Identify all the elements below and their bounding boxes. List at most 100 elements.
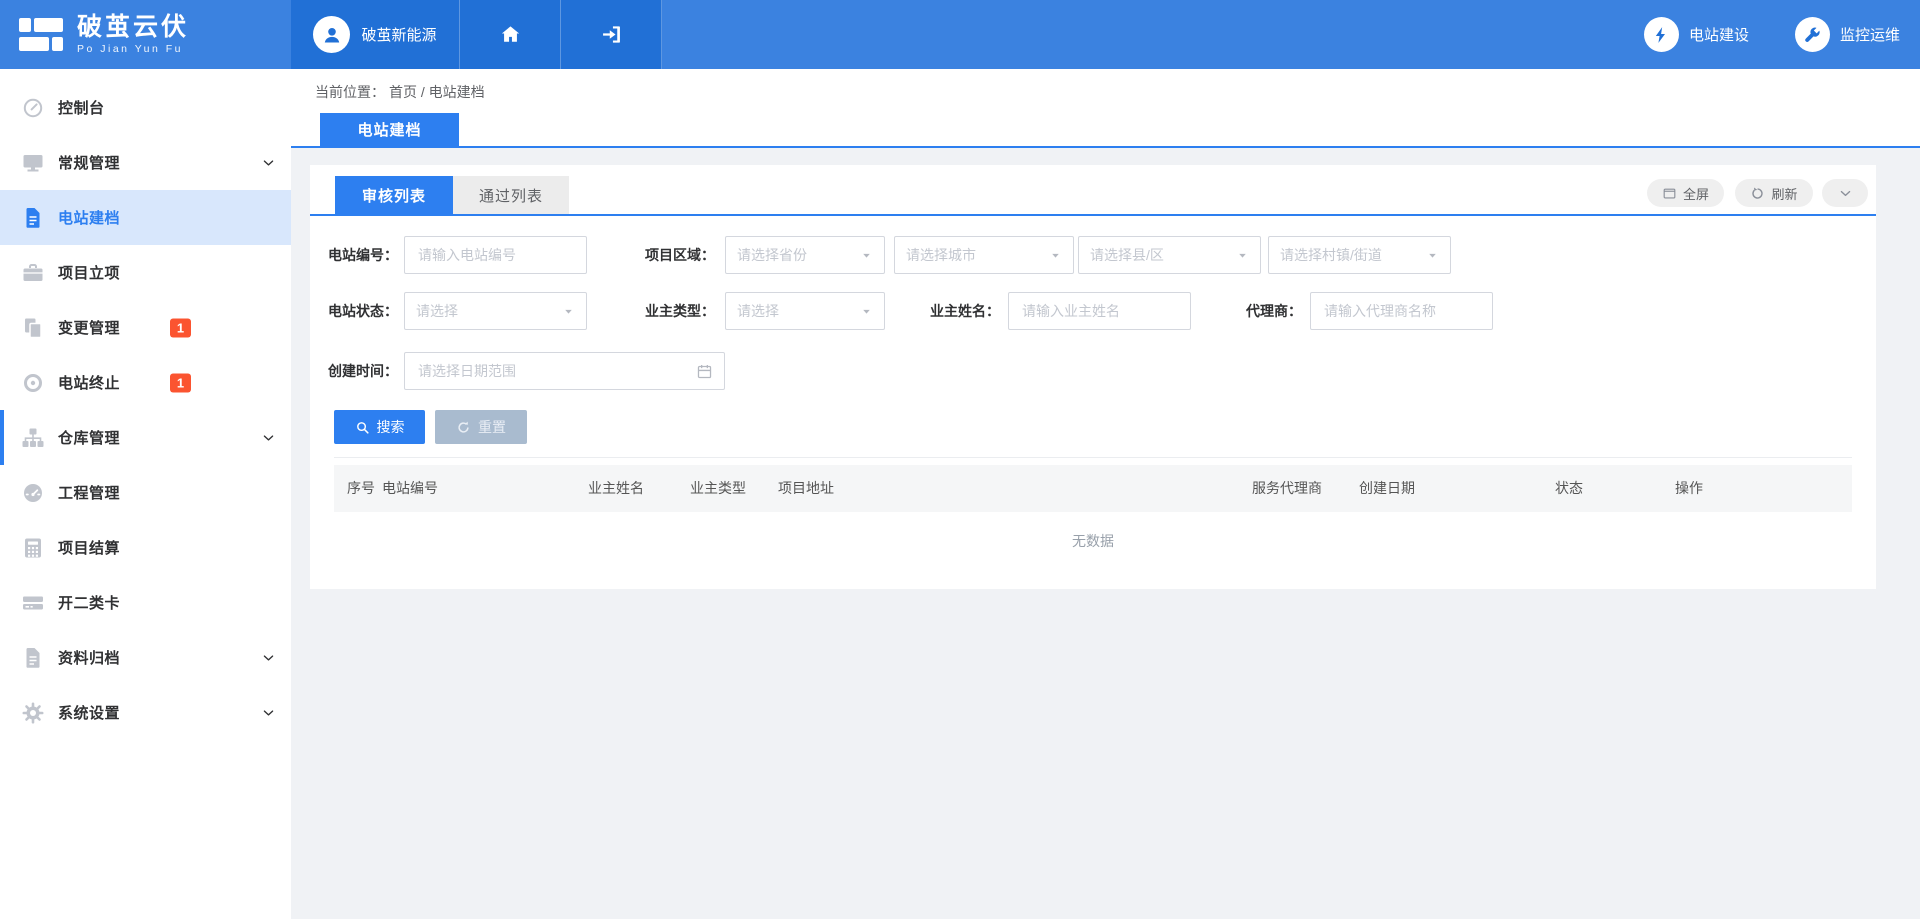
search-icon <box>355 420 370 435</box>
region-select-1[interactable]: 请选择城市 <box>894 236 1074 274</box>
caret-down-icon <box>1426 249 1439 262</box>
lightning-icon <box>1644 17 1679 52</box>
gear-icon <box>21 701 45 725</box>
logout-button[interactable] <box>561 0 662 69</box>
table-column-7: 状态 <box>1555 465 1583 512</box>
user-avatar-icon <box>313 16 350 53</box>
sitemap-icon <box>21 426 45 450</box>
chevron-down-icon <box>261 430 276 445</box>
card-icon <box>21 591 45 615</box>
caret-down-icon <box>1236 249 1249 262</box>
sidebar-item-change-mgmt[interactable]: 变更管理 1 <box>0 300 291 355</box>
breadcrumb-separator: / <box>417 84 429 100</box>
page-tab-station-archive[interactable]: 电站建档 <box>320 113 459 146</box>
sidebar-item-station-termination[interactable]: 电站终止 1 <box>0 355 291 410</box>
notification-badge: 1 <box>170 373 191 392</box>
breadcrumb-path: 首页 / 电站建档 <box>389 82 485 102</box>
owner-type-select[interactable]: 请选择 <box>725 292 885 330</box>
table-column-1: 电站编号 <box>382 465 438 512</box>
header-nav-station-construction[interactable]: 电站建设 <box>1644 17 1749 52</box>
caret-down-icon <box>1049 249 1062 262</box>
collapse-button[interactable] <box>1822 179 1868 207</box>
tab-underline <box>310 214 1876 216</box>
table-column-0: 序号 <box>347 465 375 512</box>
gauge-icon <box>21 481 45 505</box>
sidebar: 控制台 常规管理 电站建档 项目立项 变更管理 1 电站终止 1 仓库管理 <box>0 69 291 919</box>
pages-icon <box>21 316 45 340</box>
main-panel: 审核列表通过列表 全屏 刷新 电站编号： 项目区域： 请选择省份 请选择城市 请… <box>310 165 1876 589</box>
file-icon <box>21 646 45 670</box>
agent-field <box>1310 292 1493 330</box>
sidebar-item-console[interactable]: 控制台 <box>0 80 291 135</box>
breadcrumb: 当前位置： 首页 / 电站建档 <box>315 82 485 102</box>
brand-subtitle: Po Jian Yun Fu <box>77 43 189 55</box>
table-column-2: 业主姓名 <box>588 465 644 512</box>
table-column-5: 服务代理商 <box>1252 465 1322 512</box>
brand-logo-icon <box>18 17 64 53</box>
sidebar-item-system-settings[interactable]: 系统设置 <box>0 685 291 740</box>
reset-icon <box>456 420 471 435</box>
briefcase-icon <box>21 261 45 285</box>
owner-name-input[interactable] <box>1020 302 1179 320</box>
sidebar-item-project-settlement[interactable]: 项目结算 <box>0 520 291 575</box>
region-select-2[interactable]: 请选择县/区 <box>1078 236 1261 274</box>
sidebar-item-engineering-mgmt[interactable]: 工程管理 <box>0 465 291 520</box>
document-icon <box>21 206 45 230</box>
user-menu[interactable]: 破茧新能源 <box>291 0 460 69</box>
dashboard-icon <box>21 96 45 120</box>
station-no-field <box>404 236 587 274</box>
wrench-icon <box>1795 17 1830 52</box>
home-icon <box>499 23 522 46</box>
region-select-3[interactable]: 请选择村镇/街道 <box>1268 236 1451 274</box>
chevron-down-icon <box>261 155 276 170</box>
station-status-label: 电站状态： <box>310 292 398 330</box>
station-no-input[interactable] <box>416 246 575 264</box>
sidebar-item-second-class-card[interactable]: 开二类卡 <box>0 575 291 630</box>
table-header: 序号电站编号业主姓名业主类型项目地址服务代理商创建日期状态操作 <box>334 465 1852 512</box>
agent-input[interactable] <box>1322 302 1481 320</box>
station-status-select[interactable]: 请选择 <box>404 292 587 330</box>
home-button[interactable] <box>460 0 561 69</box>
sidebar-item-warehouse-mgmt[interactable]: 仓库管理 <box>0 410 291 465</box>
target-icon <box>21 371 45 395</box>
calculator-icon <box>21 536 45 560</box>
sidebar-item-project-initiation[interactable]: 项目立项 <box>0 245 291 300</box>
sidebar-item-data-archive[interactable]: 资料归档 <box>0 630 291 685</box>
caret-down-icon <box>860 249 873 262</box>
notification-badge: 1 <box>170 318 191 337</box>
date-range-input[interactable] <box>416 362 688 380</box>
breadcrumb-link-0[interactable]: 首页 <box>389 84 417 100</box>
panel-tab-1[interactable]: 通过列表 <box>453 176 569 214</box>
breadcrumb-link-1[interactable]: 电站建档 <box>429 84 485 100</box>
sign-in-icon <box>600 23 623 46</box>
date-range-field[interactable] <box>404 352 725 390</box>
search-button[interactable]: 搜索 <box>334 410 425 444</box>
table-column-6: 创建日期 <box>1359 465 1415 512</box>
header-spacer <box>662 0 1644 69</box>
refresh-button[interactable]: 刷新 <box>1735 179 1813 207</box>
company-name: 破茧新能源 <box>361 24 436 45</box>
agent-label: 代理商： <box>1214 292 1302 330</box>
brand-title: 破茧云伏 <box>77 14 189 40</box>
owner-name-label: 业主姓名： <box>912 292 1000 330</box>
region-select-0[interactable]: 请选择省份 <box>725 236 885 274</box>
table-column-8: 操作 <box>1675 465 1703 512</box>
sidebar-item-general-mgmt[interactable]: 常规管理 <box>0 135 291 190</box>
table-column-4: 项目地址 <box>778 465 834 512</box>
brand-logo: 破茧云伏 Po Jian Yun Fu <box>0 0 291 69</box>
chevron-down-icon <box>261 650 276 665</box>
panel-tab-0[interactable]: 审核列表 <box>335 176 453 214</box>
app-root: 破茧云伏 Po Jian Yun Fu 破茧新能源 电站建设 监控运维 <box>0 0 1920 919</box>
caret-down-icon <box>562 305 575 318</box>
calendar-icon <box>696 363 713 380</box>
header-nav-monitoring-ops[interactable]: 监控运维 <box>1795 17 1900 52</box>
caret-down-icon <box>860 305 873 318</box>
fullscreen-button[interactable]: 全屏 <box>1647 179 1724 207</box>
table-top-border <box>334 457 1852 458</box>
header-dark-group: 破茧新能源 <box>291 0 662 69</box>
reset-button[interactable]: 重置 <box>435 410 527 444</box>
created-time-label: 创建时间： <box>310 352 398 390</box>
breadcrumb-strip: 当前位置： 首页 / 电站建档 电站建档 <box>291 69 1920 148</box>
sidebar-item-station-archive[interactable]: 电站建档 <box>0 190 291 245</box>
owner-name-field <box>1008 292 1191 330</box>
